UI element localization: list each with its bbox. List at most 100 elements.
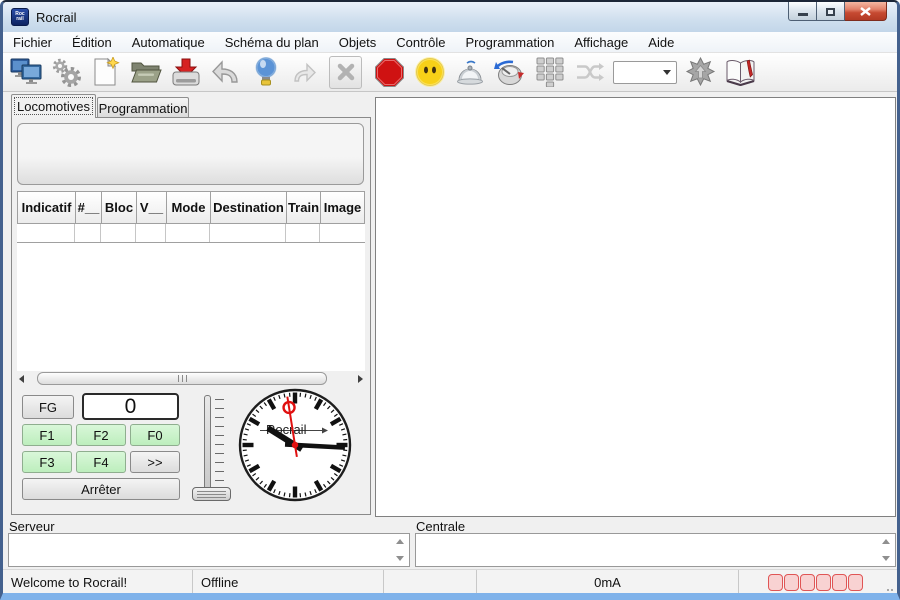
central-label: Centrale [416,519,465,534]
scroll-right-icon[interactable] [358,375,363,383]
col-destination[interactable]: Destination [211,192,287,223]
bell-icon [455,59,485,86]
f0-button[interactable]: F0 [130,424,180,446]
f1-button[interactable]: F1 [22,424,72,446]
track-plan-panel[interactable] [375,97,896,517]
lamp-icon [255,57,277,87]
f4-label: F4 [93,455,108,470]
f4-button[interactable]: F4 [76,451,126,473]
central-log-box[interactable] [415,533,896,567]
new-file-icon [92,57,120,87]
resize-grip[interactable] [891,589,893,591]
scroll-down-icon[interactable] [882,556,890,561]
tab-programmation-label: Programmation [99,101,188,116]
server-label: Serveur [9,519,55,534]
horizontal-scrollbar[interactable] [15,371,367,386]
col-image[interactable]: Image [321,192,364,223]
new-file-button[interactable] [89,56,122,89]
minimize-button[interactable] [788,2,817,21]
col-vitesse[interactable]: V__ [137,192,167,223]
toolbar [3,52,897,92]
open-workspace-button[interactable] [129,56,162,89]
knob-icon [493,58,526,87]
status-current: 0mA [477,570,739,595]
speed-slider-handle[interactable] [192,487,231,501]
thumb-grip-icon [178,375,187,382]
led-indicator [816,574,831,591]
led-indicator [832,574,847,591]
status-bar: Welcome to Rocrail! Offline 0mA [3,569,897,595]
status-connection: Offline [193,570,384,595]
keypad-button[interactable] [533,56,566,89]
speed-display: 0 [82,393,179,420]
col-mode[interactable]: Mode [167,192,211,223]
shuffle-icon [575,61,605,83]
tab-programmation[interactable]: Programmation [97,97,189,118]
scroll-down-icon[interactable] [396,556,404,561]
server-log-scrollbar[interactable] [393,536,407,564]
loco-table[interactable]: Indicatif #__ Bloc V__ Mode Destination … [17,191,365,371]
stop-loco-button[interactable]: Arrêter [22,478,180,500]
menu-programmation[interactable]: Programmation [455,34,564,51]
f3-button[interactable]: F3 [22,451,72,473]
help-button[interactable] [724,56,757,89]
keypad-icon [536,57,564,87]
speed-slider-track[interactable] [204,395,211,491]
table-row[interactable] [17,224,365,243]
stop-label: Arrêter [81,482,121,497]
save-disk-icon [171,58,201,87]
undo-button[interactable] [209,56,242,89]
maximize-button[interactable] [817,2,845,21]
more-functions-button[interactable]: >> [130,451,180,473]
tab-locomotives[interactable]: Locomotives [11,94,96,118]
title-bar: Rocrail Rocrail [3,2,897,32]
bell-button[interactable] [453,56,486,89]
menu-objets[interactable]: Objets [329,34,387,51]
menu-affichage[interactable]: Affichage [564,34,638,51]
servers-icon [10,58,42,86]
scrollbar-thumb[interactable] [37,372,327,385]
fg-label: FG [39,400,57,415]
col-bloc[interactable]: Bloc [102,192,137,223]
scroll-up-icon[interactable] [882,539,890,544]
fg-button[interactable]: FG [22,395,74,419]
delete-button[interactable] [329,56,362,89]
central-log-scrollbar[interactable] [879,536,893,564]
status-cell-3 [384,570,477,595]
emergency-stop-button[interactable] [373,56,406,89]
step-combo-box[interactable] [613,61,677,84]
power-lamp-button[interactable] [249,56,282,89]
close-icon [860,7,871,16]
throttle-knob-button[interactable] [493,56,526,89]
scroll-up-icon[interactable] [396,539,404,544]
server-log-box[interactable] [8,533,410,567]
properties-button[interactable] [49,56,82,89]
col-indicatif[interactable]: Indicatif [18,192,76,223]
close-button[interactable] [845,2,887,21]
menu-automatique[interactable]: Automatique [122,34,215,51]
auto-mode-button[interactable] [684,56,717,89]
connect-servers-button[interactable] [9,56,42,89]
f1-label: F1 [39,428,54,443]
col-adresse[interactable]: #__ [76,192,102,223]
undo-arrow-icon [211,60,241,85]
speed-slider-ticks [215,399,224,487]
redo-button[interactable] [289,56,322,89]
scroll-left-icon[interactable] [19,375,24,383]
save-button[interactable] [169,56,202,89]
power-smiley-button[interactable] [413,56,446,89]
redo-arrow-icon [292,61,320,83]
menu-schema-du-plan[interactable]: Schéma du plan [215,34,329,51]
f2-button[interactable]: F2 [76,424,126,446]
shuffle-routes-button[interactable] [573,56,606,89]
stop-octagon-icon [374,57,405,88]
led-indicators [768,574,863,591]
col-train[interactable]: Train [287,192,321,223]
locomotives-panel: Indicatif #__ Bloc V__ Mode Destination … [11,117,371,515]
menu-aide[interactable]: Aide [638,34,684,51]
menu-controle[interactable]: Contrôle [386,34,455,51]
menu-edition[interactable]: Édition [62,34,122,51]
led-indicator [768,574,783,591]
f2-label: F2 [93,428,108,443]
menu-fichier[interactable]: Fichier [3,34,62,51]
